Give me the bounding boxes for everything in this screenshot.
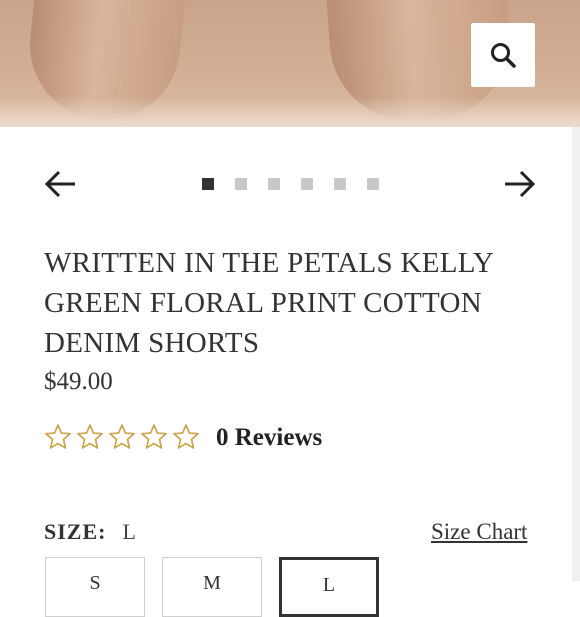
gallery-dot[interactable] xyxy=(367,178,379,190)
gallery-pagination xyxy=(202,178,379,190)
star-outline-icon[interactable] xyxy=(76,423,104,451)
product-title: WRITTEN IN THE PETALS KELLY GREEN FLORAL… xyxy=(44,247,494,359)
scrollbar-track[interactable] xyxy=(572,127,580,581)
size-option-selected[interactable]: L xyxy=(279,557,379,617)
search-icon xyxy=(491,43,516,68)
star-outline-icon[interactable] xyxy=(108,423,136,451)
previous-image-button[interactable] xyxy=(44,168,78,200)
gallery-dot[interactable] xyxy=(334,178,346,190)
size-label-key: SIZE: xyxy=(44,519,107,544)
star-outline-icon[interactable] xyxy=(44,423,72,451)
product-image-floor xyxy=(0,97,580,127)
size-option[interactable]: S xyxy=(45,557,145,617)
gallery-dot[interactable] xyxy=(235,178,247,190)
rating-stars[interactable] xyxy=(44,423,200,451)
size-chart-link[interactable]: Size Chart xyxy=(431,519,527,545)
gallery-dot[interactable] xyxy=(268,178,280,190)
gallery-dot[interactable] xyxy=(202,178,214,190)
arrow-right-icon xyxy=(505,170,536,198)
arrow-left-icon xyxy=(44,170,75,198)
next-image-button[interactable] xyxy=(502,168,536,200)
size-option[interactable]: M xyxy=(162,557,262,617)
gallery-dot[interactable] xyxy=(301,178,313,190)
reviews-link[interactable]: 0 Reviews xyxy=(216,424,322,452)
star-outline-icon[interactable] xyxy=(172,423,200,451)
size-label: SIZE: L xyxy=(44,519,137,545)
star-outline-icon[interactable] xyxy=(140,423,168,451)
zoom-button[interactable] xyxy=(471,23,535,87)
size-selected-value: L xyxy=(122,519,137,544)
product-price: $49.00 xyxy=(44,368,113,395)
